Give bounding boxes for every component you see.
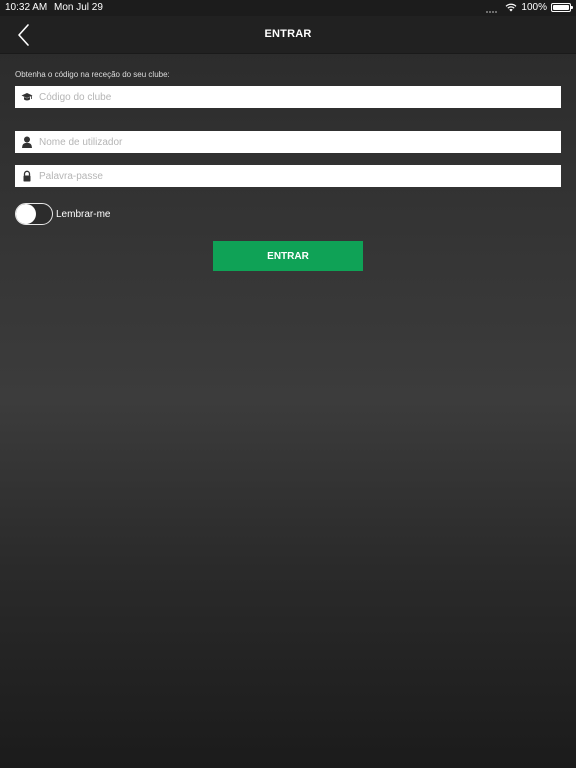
status-indicators: 100% bbox=[486, 2, 573, 13]
graduation-cap-icon bbox=[21, 93, 33, 101]
navigation-bar: ENTRAR bbox=[0, 16, 576, 54]
status-time: 10:32 AM bbox=[5, 2, 48, 13]
lock-icon bbox=[23, 170, 31, 182]
club-code-hint: Obtenha o código na receção do seu clube… bbox=[15, 70, 170, 79]
club-code-input[interactable] bbox=[39, 86, 549, 108]
login-button[interactable]: ENTRAR bbox=[213, 241, 363, 271]
battery-fill bbox=[553, 5, 569, 10]
remember-me-toggle[interactable] bbox=[15, 203, 53, 225]
password-input[interactable] bbox=[39, 165, 549, 187]
battery-icon bbox=[551, 3, 573, 12]
wifi-icon bbox=[506, 3, 517, 12]
status-date: Mon Jul 29 bbox=[54, 2, 103, 13]
password-field[interactable] bbox=[15, 165, 561, 187]
club-code-field[interactable] bbox=[15, 86, 561, 108]
battery-percentage: 100% bbox=[521, 2, 547, 13]
signal-dots-icon bbox=[486, 3, 498, 13]
user-icon bbox=[22, 136, 32, 148]
page-title: ENTRAR bbox=[264, 28, 312, 40]
toggle-knob bbox=[16, 204, 36, 224]
username-field[interactable] bbox=[15, 131, 561, 153]
username-input[interactable] bbox=[39, 131, 549, 153]
status-bar: 10:32 AM Mon Jul 29 100% bbox=[0, 0, 576, 16]
remember-me-label: Lembrar-me bbox=[56, 209, 111, 220]
